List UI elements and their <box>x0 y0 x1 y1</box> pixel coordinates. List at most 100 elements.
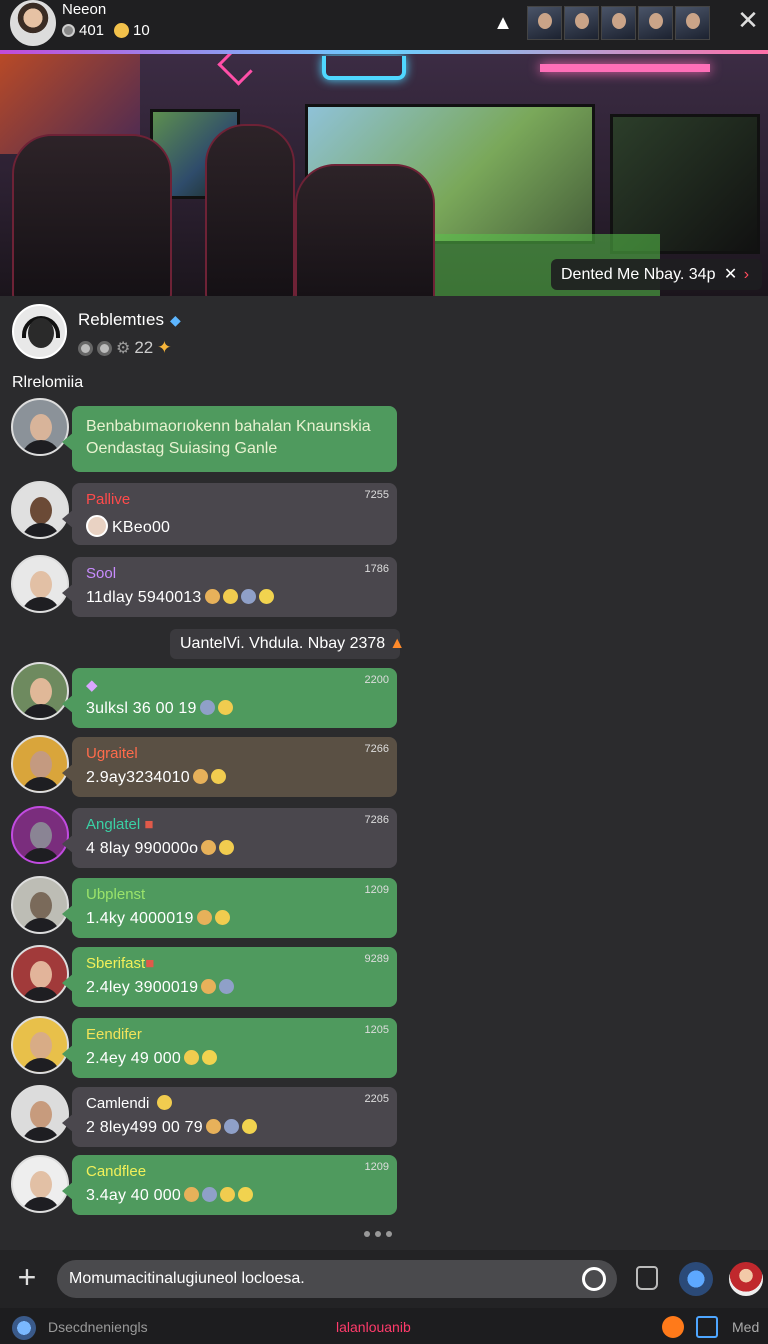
page-indicator[interactable] <box>364 1231 392 1237</box>
bottom-left-label[interactable]: Dsecdneniengls <box>48 1319 148 1335</box>
viewer-avatar[interactable] <box>638 6 673 40</box>
streamer-stats: ⚙ 22 ✦ <box>78 338 172 358</box>
user-avatar[interactable] <box>11 876 69 934</box>
emoji-icon <box>219 979 235 994</box>
profile-icon[interactable] <box>729 1262 763 1296</box>
viewer-avatar[interactable] <box>527 6 562 40</box>
chat-bubble: Pallive 7255 KBeo00 <box>62 483 397 545</box>
viewer-avatars[interactable] <box>527 6 710 40</box>
user-avatar[interactable] <box>11 1085 69 1143</box>
arrow-right-icon[interactable]: › <box>744 266 749 283</box>
screen-icon[interactable] <box>696 1316 718 1338</box>
user-avatar[interactable] <box>11 555 69 613</box>
chat-input[interactable] <box>57 1260 617 1298</box>
emoji-icon <box>210 769 226 784</box>
chat-input-bar: + <box>0 1250 768 1308</box>
coin-icon <box>62 24 75 37</box>
chat-text-value: 3.4ay 40 000 <box>86 1187 181 1204</box>
chat-text: 2.4ley 3900019 <box>86 979 383 997</box>
plus-icon[interactable]: + <box>12 1261 42 1293</box>
host-likes: 10 <box>133 22 150 39</box>
chat-text: Benbabımaorıokenn bahalan Knaunskia <box>86 418 371 435</box>
search-icon[interactable] <box>582 1267 606 1291</box>
live-stream-video[interactable]: Dented Me Nbay. 34p ✕ › <box>0 54 768 296</box>
chat-timestamp: 2205 <box>364 1093 389 1105</box>
gift-box-icon: ■ <box>144 816 154 833</box>
bottom-center-link[interactable]: lalanlouanib <box>336 1319 411 1335</box>
mini-avatar <box>86 515 108 537</box>
emoji-icon <box>258 589 274 604</box>
chat-bubble: ◆ 2200 3ulksl 36 00 19 <box>62 668 397 728</box>
chat-username-text: Camlendi <box>86 1095 150 1112</box>
chat-username[interactable]: Ugraitel <box>86 745 383 765</box>
avatar-face <box>30 1171 52 1198</box>
viewer-avatar[interactable] <box>675 6 710 40</box>
chat-text: 1.4ky 4000019 <box>86 910 383 928</box>
chat-username[interactable]: Ubplenst <box>86 886 383 906</box>
shopping-bag-icon[interactable] <box>636 1266 658 1290</box>
globe-icon[interactable] <box>679 1262 713 1296</box>
user-avatar[interactable] <box>11 945 69 1003</box>
close-icon[interactable]: ✕ <box>724 266 737 283</box>
chat-username[interactable]: Candflee <box>86 1163 383 1183</box>
chat-username[interactable]: Sool <box>86 565 383 585</box>
emoji-icon <box>204 589 220 604</box>
chat-bubble: Candflee 1209 3.4ay 40 000 <box>62 1155 397 1215</box>
chat-text: 4 8lay 990000o <box>86 840 383 858</box>
flame-icon: ▲ <box>389 635 406 652</box>
chat-bubble: Camlendi 2205 2 8ley499 00 79 <box>62 1087 397 1147</box>
host-avatar[interactable] <box>10 0 56 46</box>
stream-scenery <box>12 134 172 296</box>
chat-username[interactable]: Anglatel ■ <box>86 816 383 836</box>
stream-scenery <box>610 114 760 254</box>
close-icon[interactable]: ✕ <box>734 6 762 34</box>
coin-icon <box>97 340 112 356</box>
bottom-right-label[interactable]: Med <box>732 1319 759 1335</box>
avatar-body <box>21 440 61 454</box>
viewer-avatar[interactable] <box>601 6 636 40</box>
gift-icon[interactable]: ▲ <box>492 12 514 34</box>
bottom-bar: Dsecdneniengls lalanlouanib Med <box>0 1308 768 1344</box>
coin-icon <box>78 340 93 356</box>
chat-timestamp: 7286 <box>364 814 389 826</box>
emoji-icon <box>240 589 256 604</box>
stream-scenery <box>540 64 710 72</box>
system-message-text: UantelVi. Vhdula. Nbay 2378 <box>180 635 386 652</box>
chat-username[interactable]: Camlendi <box>86 1095 383 1115</box>
user-avatar[interactable] <box>11 806 69 864</box>
chat-username[interactable]: Eendifer <box>86 1026 383 1046</box>
emoji-icon <box>201 979 217 994</box>
streamer-avatar[interactable] <box>12 304 67 359</box>
stream-notification-banner[interactable]: Dented Me Nbay. 34p ✕ › <box>551 259 762 290</box>
chat-username[interactable]: Pallive <box>86 491 383 511</box>
avatar-face <box>30 1101 52 1128</box>
chat-username[interactable]: ◆ <box>86 676 383 696</box>
avatar-face <box>30 414 52 441</box>
system-message: UantelVi. Vhdula. Nbay 2378 ▲ <box>170 629 405 659</box>
user-avatar[interactable] <box>11 481 69 539</box>
chat-bubble: Sberifast■ 9289 2.4ley 3900019 <box>62 947 397 1007</box>
avatar-body <box>21 1058 61 1072</box>
avatar-body <box>21 777 61 791</box>
chat-bubble: Ubplenst 1209 1.4ky 4000019 <box>62 878 397 938</box>
user-avatar[interactable] <box>11 662 69 720</box>
chat-username[interactable]: Sberifast■ <box>86 955 383 975</box>
app-icon[interactable] <box>12 1316 36 1340</box>
fire-icon[interactable] <box>662 1316 684 1338</box>
user-avatar[interactable] <box>11 735 69 793</box>
streamer-name[interactable]: Reblemtıes ◆ <box>78 310 181 330</box>
avatar-body <box>21 1127 61 1141</box>
viewer-avatar[interactable] <box>564 6 599 40</box>
chat-text: 2 8ley499 00 79 <box>86 1119 383 1137</box>
chat-text-value: 1.4ky 4000019 <box>86 910 194 927</box>
user-avatar[interactable] <box>11 1155 69 1213</box>
gear-icon: ⚙ <box>116 340 131 357</box>
stream-scenery <box>217 54 253 86</box>
avatar-face <box>30 678 52 705</box>
user-avatar[interactable] <box>11 1016 69 1074</box>
user-avatar[interactable] <box>11 398 69 456</box>
emoji-icon <box>201 1187 217 1202</box>
avatar-body <box>21 1197 61 1211</box>
chat-text-value: KBeo00 <box>112 519 171 536</box>
diamond-icon: ◆ <box>86 677 98 694</box>
